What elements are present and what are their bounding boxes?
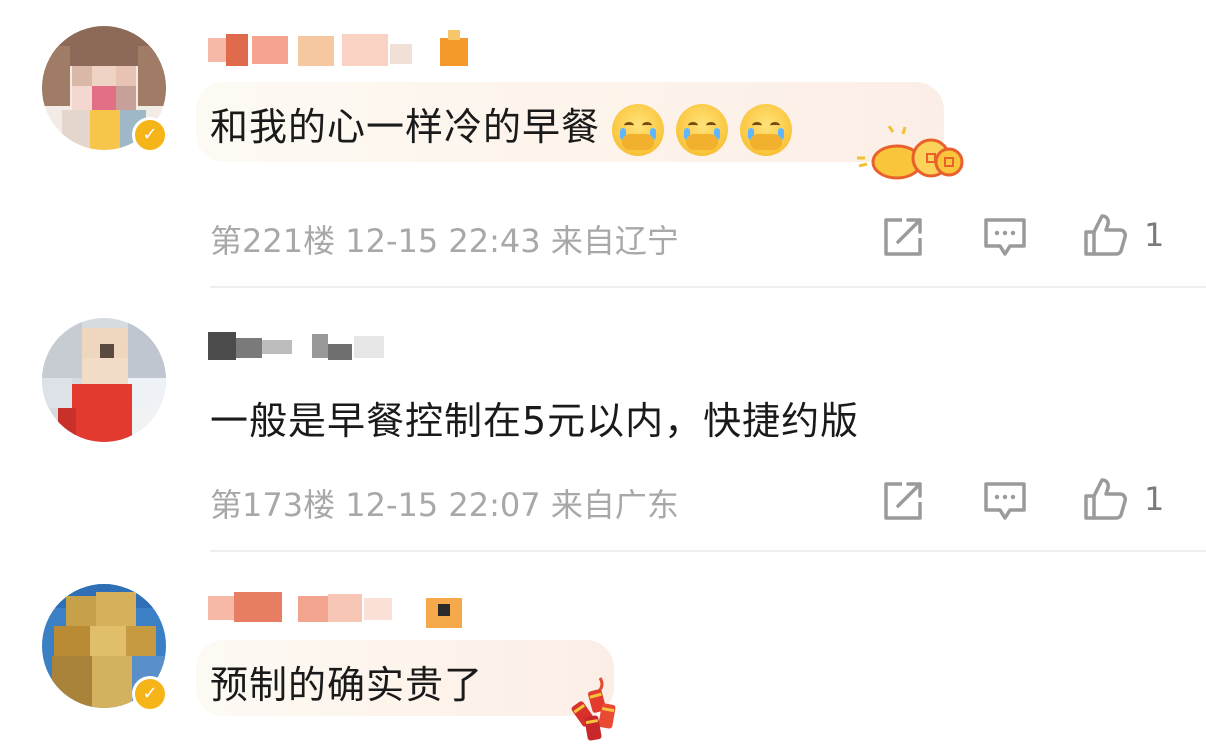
username-blurred[interactable] xyxy=(208,30,478,70)
comment-location: 来自辽宁 xyxy=(550,222,679,260)
avatar-image xyxy=(42,318,166,442)
divider xyxy=(210,286,1206,288)
verified-badge-icon: ✓ xyxy=(132,676,168,712)
comment-item-173: 一般是早餐控制在5元以内，快捷约版 第173楼 12-15 22:07 来自广东… xyxy=(0,290,1206,554)
comment-time: 22:07 xyxy=(448,486,541,524)
comment-text[interactable]: 预制的确实贵了 xyxy=(210,654,483,709)
comment-icon[interactable] xyxy=(982,214,1028,260)
comment-text-content: 一般是早餐控制在5元以内，快捷约版 xyxy=(210,399,860,443)
share-icon[interactable] xyxy=(880,214,926,260)
comment-date: 12-15 xyxy=(345,486,439,524)
username-blurred[interactable] xyxy=(208,588,468,628)
username-blurred[interactable] xyxy=(208,326,388,366)
floor-number: 第221楼 xyxy=(210,222,336,260)
comment-icon[interactable] xyxy=(982,478,1028,524)
like-count: 1 xyxy=(1144,216,1165,254)
comment-text[interactable]: 和我的心一样冷的早餐 xyxy=(210,96,793,156)
comment-text-content: 和我的心一样冷的早餐 xyxy=(210,105,601,149)
verified-badge-icon: ✓ xyxy=(132,117,168,153)
comment-time: 22:43 xyxy=(448,222,541,260)
crying-cover-mouth-emoji xyxy=(676,103,729,156)
comment-text-content: 预制的确实贵了 xyxy=(210,663,484,707)
comment-item-3: ✓ 预制的确实贵了 xyxy=(0,554,1206,754)
firecracker-icon xyxy=(571,677,616,741)
avatar[interactable] xyxy=(42,318,166,442)
divider xyxy=(210,550,1206,552)
comment-text[interactable]: 一般是早餐控制在5元以内，快捷约版 xyxy=(210,390,859,445)
crying-cover-mouth-emoji xyxy=(740,103,793,156)
crying-cover-mouth-emoji xyxy=(612,103,665,156)
comment-date: 12-15 xyxy=(345,222,439,260)
comment-meta: 第173楼 12-15 22:07 来自广东 xyxy=(210,480,679,526)
comment-item-221: ✓ 和我的心一样冷的早餐 第221楼 12-15 22:43 来自辽宁 1 xyxy=(0,0,1206,290)
thumbs-up-icon[interactable] xyxy=(1082,476,1128,522)
like-count: 1 xyxy=(1144,480,1165,518)
gold-coins-icon xyxy=(857,126,964,180)
comment-location: 来自广东 xyxy=(550,486,679,524)
comment-meta: 第221楼 12-15 22:43 来自辽宁 xyxy=(210,216,679,262)
thumbs-up-icon[interactable] xyxy=(1082,212,1128,258)
floor-number: 第173楼 xyxy=(210,486,336,524)
share-icon[interactable] xyxy=(880,478,926,524)
